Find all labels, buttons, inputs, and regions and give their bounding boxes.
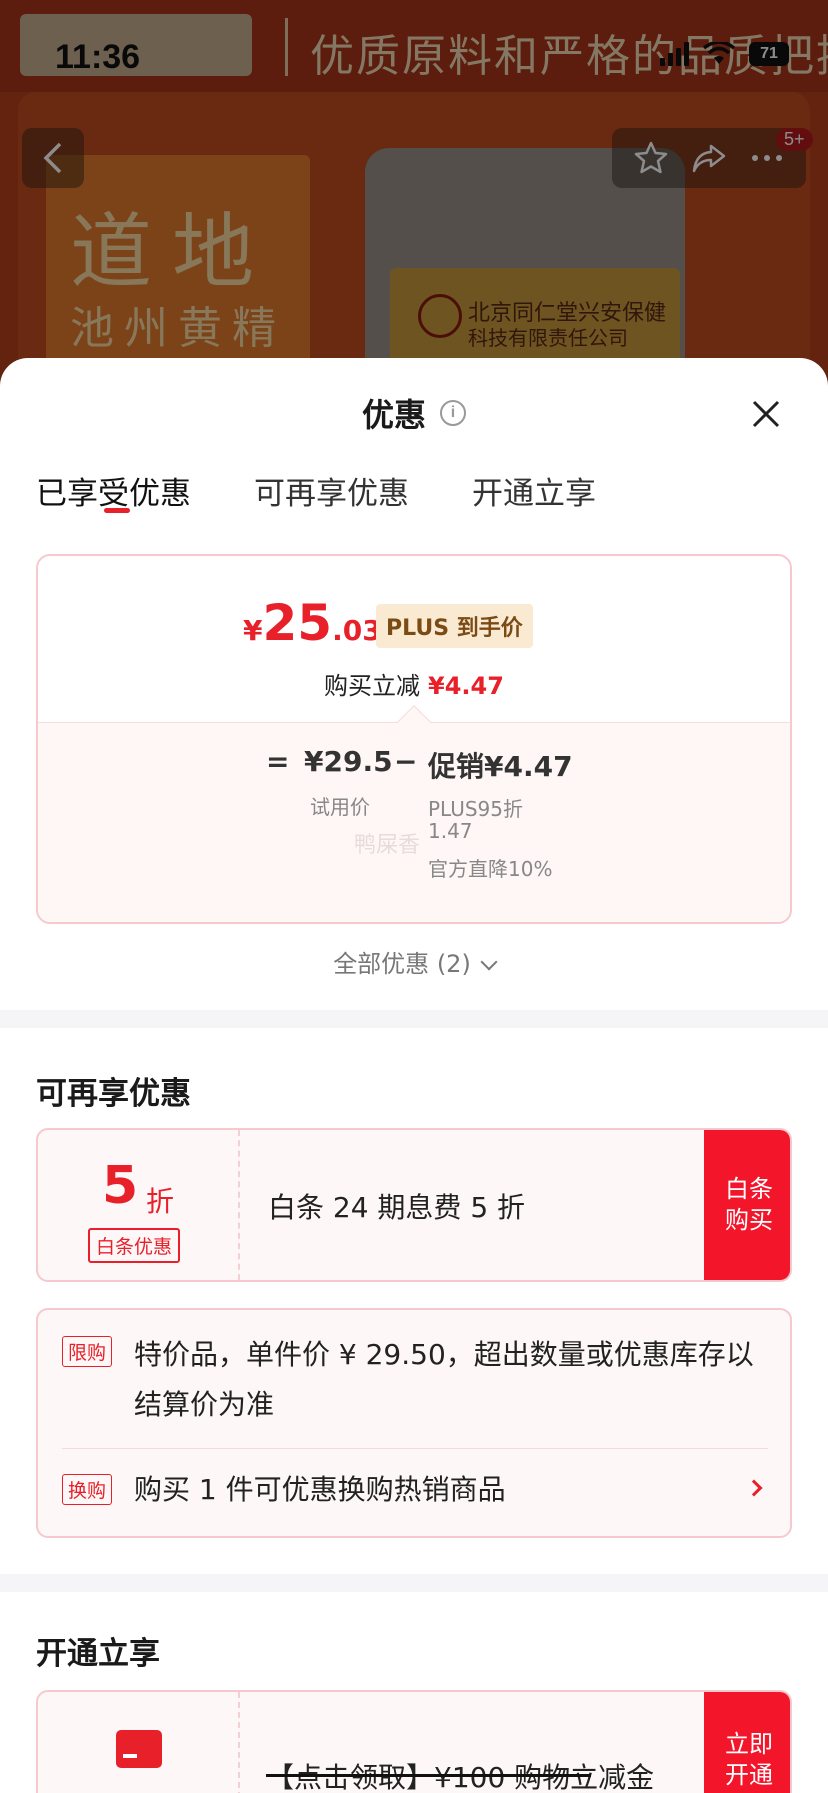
discount-number: 5	[102, 1156, 139, 1216]
final-price: ¥ 25 .03	[243, 594, 382, 652]
baitiao-tag: 白条优惠	[88, 1228, 181, 1263]
info-icon[interactable]: i	[440, 400, 466, 426]
baitiao-offer-card: 5 折 白条优惠 白条 24 期息费 5 折 白条购买	[36, 1128, 792, 1282]
promo-amount: 促销¥4.47	[428, 750, 573, 783]
section-title-more-offers: 可再享优惠	[36, 1076, 191, 1112]
open-now-button[interactable]: 立即 开通	[704, 1692, 790, 1793]
modal-overlay[interactable]	[0, 0, 828, 380]
watermark: 鸭屎香	[354, 833, 421, 858]
reduce-label: 购买立减	[324, 672, 421, 700]
price-symbol: ¥	[243, 614, 263, 647]
price-decimal: .03	[332, 614, 382, 647]
offers-sheet: 优惠 i 已享受优惠 可再享优惠 开通立享 = ¥29.5 试用价 − 促销¥4…	[0, 358, 828, 1793]
tab-more-offers[interactable]: 可再享优惠	[254, 468, 409, 513]
section-divider	[0, 1010, 828, 1028]
promo-detail-2: 1.47	[428, 819, 473, 843]
exchange-tag: 换购	[62, 1474, 113, 1505]
plus-price-tag: PLUS 到手价	[376, 604, 533, 648]
price-breakdown: = ¥29.5 试用价 − 促销¥4.47 PLUS95折 1.47 官方直降1…	[38, 722, 790, 922]
tab-open-now[interactable]: 开通立享	[472, 468, 596, 513]
promo-detail-3: 官方直降10%	[428, 857, 553, 881]
baitiao-description: 白条 24 期息费 5 折	[268, 1191, 526, 1224]
section-divider-2	[0, 1574, 828, 1592]
purchase-rules-card: 限购 特价品，单件价 ¥ 29.50，超出数量或优惠库存以结算价为准 换购 购买…	[36, 1308, 792, 1538]
promo-detail-1: PLUS95折	[428, 797, 523, 821]
section-title-open-now: 开通立享	[36, 1636, 160, 1672]
reduce-value: ¥4.47	[428, 672, 504, 700]
baitiao-button-line2: 购买	[725, 1206, 773, 1234]
all-offers-label: 全部优惠 (2)	[333, 950, 471, 978]
price-summary-card: = ¥29.5 试用价 − 促销¥4.47 PLUS95折 1.47 官方直降1…	[36, 554, 792, 924]
open-button-line1: 立即	[725, 1729, 773, 1758]
rules-divider	[62, 1448, 768, 1449]
base-price-label: 试用价	[310, 795, 370, 819]
equals-sign: =	[266, 745, 290, 778]
open-button-line2: 开通	[725, 1761, 773, 1789]
baitiao-buy-button[interactable]: 白条 购买	[704, 1130, 790, 1280]
price-integer: 25	[262, 594, 333, 652]
baitiao-discount-box: 5 折 白条优惠	[38, 1130, 240, 1280]
sheet-title: 优惠	[362, 396, 427, 434]
base-price: ¥29.5	[304, 745, 393, 778]
reduce-row: 购买立减 ¥4.47	[38, 666, 790, 701]
minus-sign: −	[394, 745, 418, 778]
open-offer-icon-box	[38, 1692, 240, 1793]
exchange-text[interactable]: 购买 1 件可优惠换购热销商品	[134, 1468, 506, 1508]
chevron-right-icon[interactable]	[745, 1479, 763, 1497]
sheet-header: 优惠 i	[0, 358, 828, 448]
card-icon	[116, 1730, 162, 1768]
open-offer-strikethrough	[266, 1774, 591, 1777]
open-offer-card: 【点击领取】¥100 购物立减金 立即 开通	[36, 1690, 792, 1793]
active-tab-indicator	[104, 508, 130, 513]
discount-unit: 折	[146, 1185, 175, 1218]
chevron-down-icon	[480, 953, 498, 971]
tab-enjoyed[interactable]: 已享受优惠	[36, 468, 191, 513]
close-icon[interactable]	[746, 394, 786, 434]
limit-tag: 限购	[62, 1336, 113, 1367]
limit-text: 特价品，单件价 ¥ 29.50，超出数量或优惠库存以结算价为准	[134, 1338, 754, 1421]
all-offers-toggle[interactable]: 全部优惠 (2)	[0, 944, 828, 979]
baitiao-button-line1: 白条	[725, 1174, 773, 1203]
